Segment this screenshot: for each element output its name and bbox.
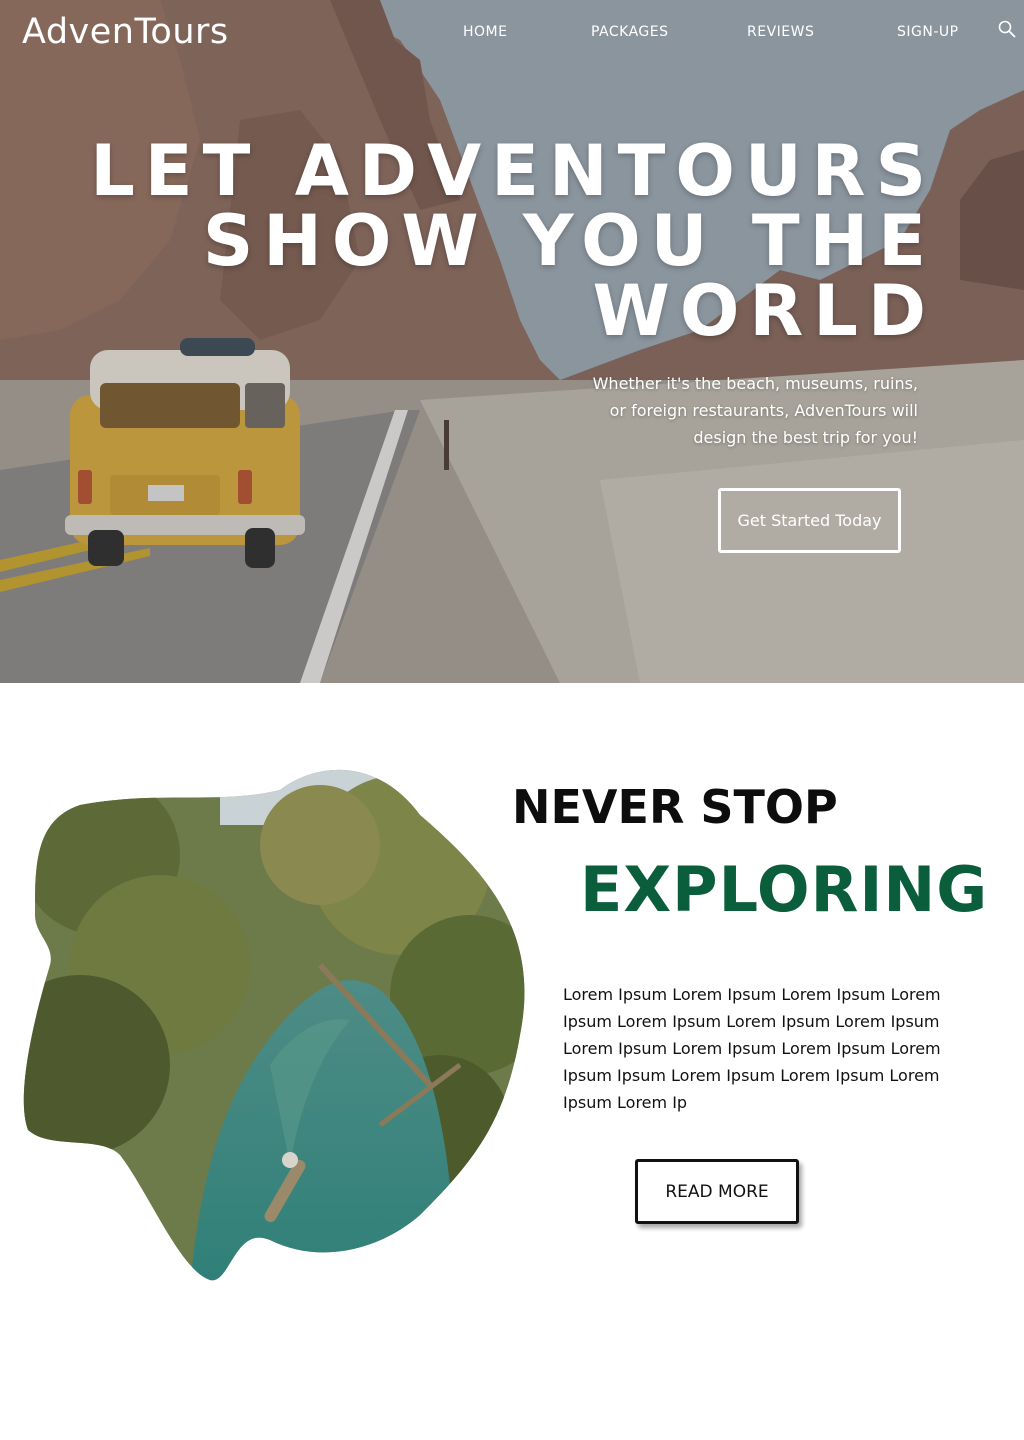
get-started-button[interactable]: Get Started Today bbox=[718, 488, 901, 553]
hero-title-line-2: SHOW YOU THE bbox=[202, 200, 936, 282]
hero-title-line-3: WORLD bbox=[592, 270, 936, 352]
hero-section: AdvenTours HOME PACKAGES REVIEWS SIGN-UP… bbox=[0, 0, 1024, 683]
main-nav: HOME PACKAGES REVIEWS SIGN-UP bbox=[0, 24, 1024, 44]
nav-packages[interactable]: PACKAGES bbox=[591, 24, 669, 40]
heading-exploring: EXPLORING bbox=[580, 853, 989, 926]
read-more-button[interactable]: READ MORE bbox=[635, 1159, 799, 1224]
hero-subtitle: Whether it's the beach, museums, ruins, … bbox=[592, 374, 918, 447]
nav-sign-up[interactable]: SIGN-UP bbox=[897, 24, 959, 40]
heading-never-stop: NEVER STOP bbox=[512, 780, 838, 834]
search-icon[interactable] bbox=[998, 20, 1016, 38]
hero-title-line-1: LET ADVENTOURS bbox=[90, 130, 936, 212]
explore-body-text: Lorem Ipsum Lorem Ipsum Lorem Ipsum Lore… bbox=[563, 985, 941, 1112]
hero-title: LET ADVENTOURS SHOW YOU THE WORLD bbox=[36, 136, 936, 346]
tropical-river-image bbox=[23, 769, 525, 1281]
nav-reviews[interactable]: REVIEWS bbox=[747, 24, 814, 40]
nav-home[interactable]: HOME bbox=[463, 24, 507, 40]
